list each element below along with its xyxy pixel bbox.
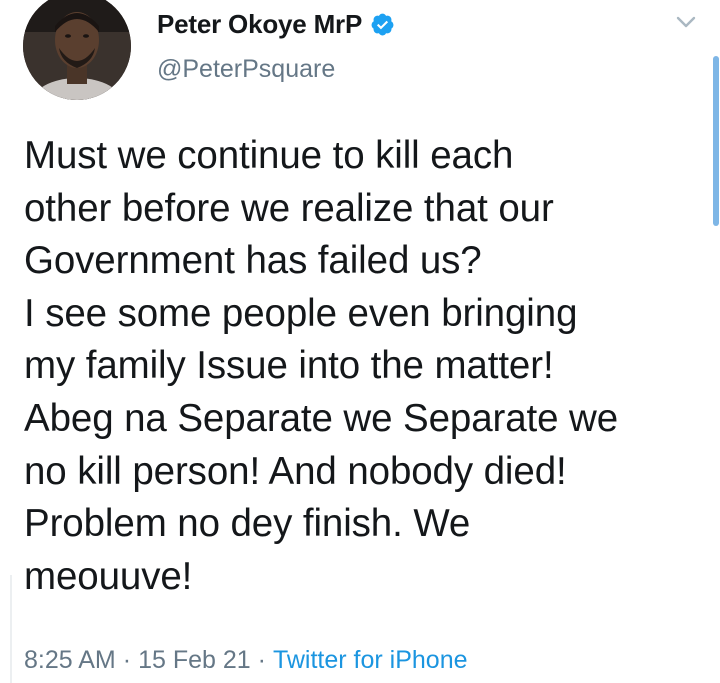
- chevron-down-icon[interactable]: [674, 10, 698, 34]
- avatar[interactable]: [23, 0, 131, 100]
- meta-separator: ·: [257, 646, 266, 674]
- tweet-time[interactable]: 8:25 AM: [24, 646, 116, 674]
- scrollbar[interactable]: [713, 56, 719, 226]
- tweet-text: Must we continue to kill each other befo…: [24, 134, 619, 598]
- user-handle[interactable]: @PeterPsquare: [157, 55, 335, 84]
- tweet-date[interactable]: 15 Feb 21: [138, 646, 251, 674]
- avatar-photo: [23, 0, 131, 100]
- tweet-meta: 8:25 AM · 15 Feb 21 · Twitter for iPhone: [24, 643, 468, 677]
- meta-separator: ·: [122, 646, 132, 674]
- tweet-source-link[interactable]: Twitter for iPhone: [273, 646, 468, 674]
- user-name-row[interactable]: Peter Okoye MrP: [157, 6, 395, 42]
- verified-badge-icon: [370, 12, 395, 37]
- divider: [10, 575, 12, 683]
- display-name[interactable]: Peter Okoye MrP: [157, 9, 362, 40]
